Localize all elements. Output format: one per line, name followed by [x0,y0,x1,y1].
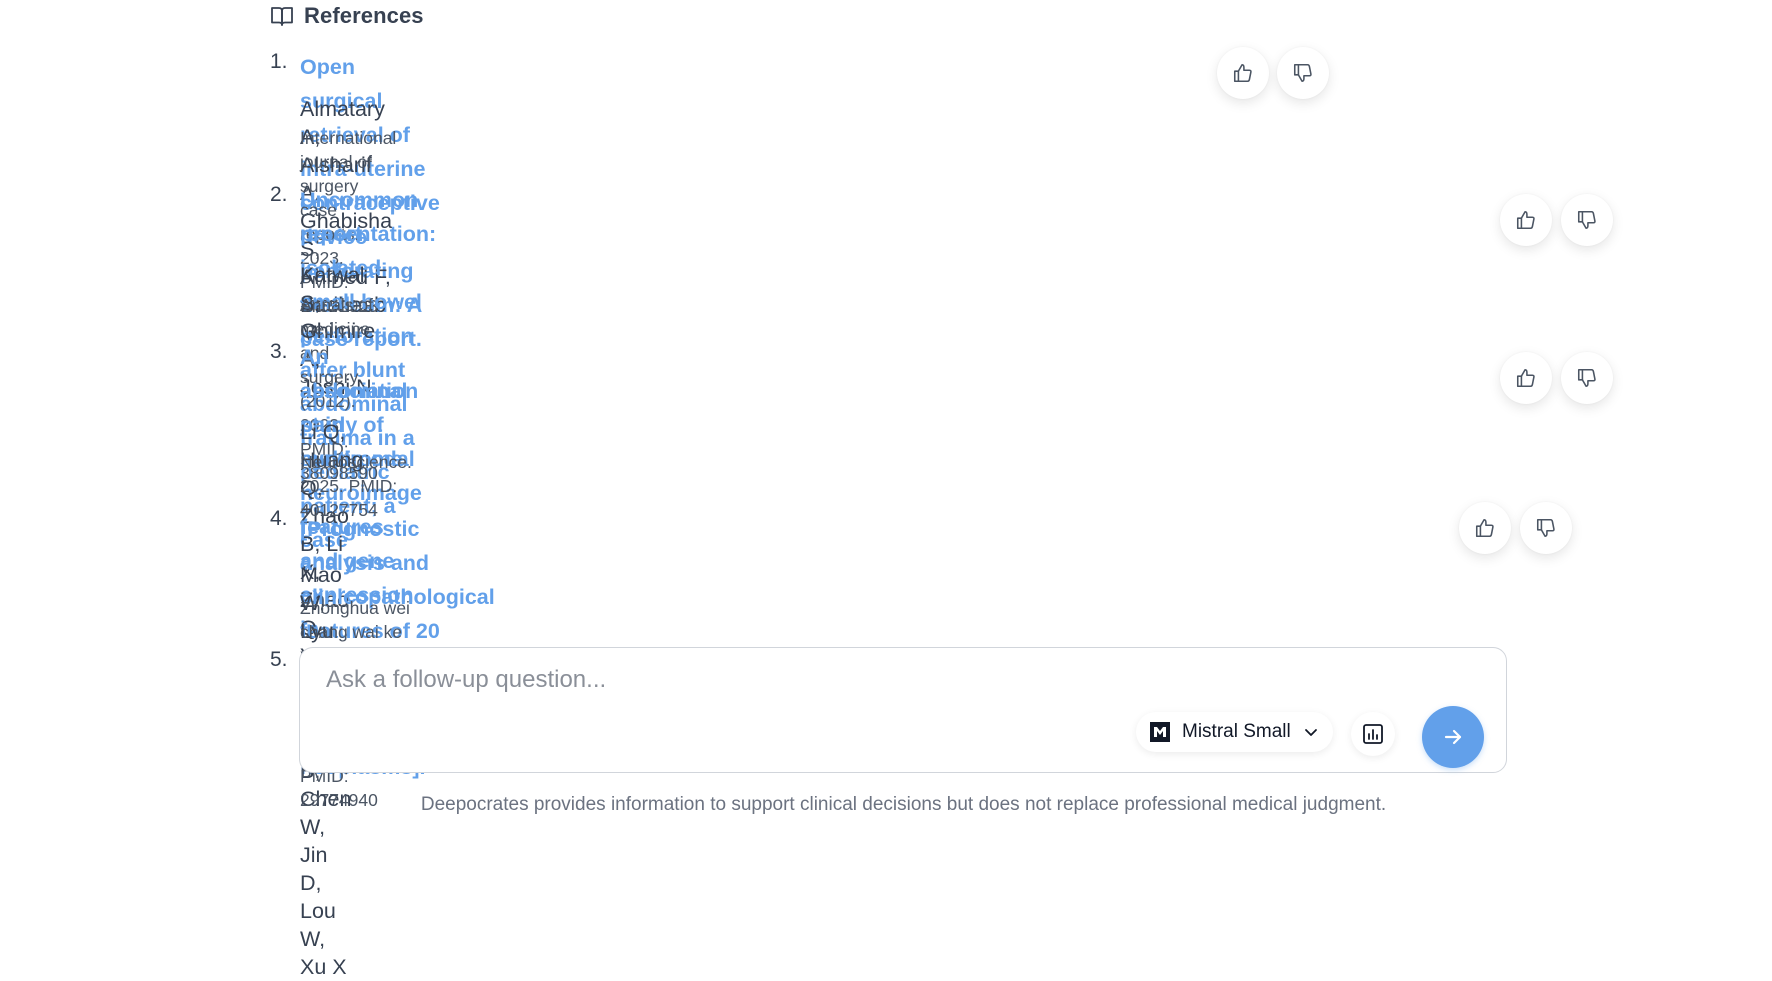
thumbs-up-icon [1516,210,1535,230]
thumbs-up-button[interactable] [1500,194,1552,246]
references-title: References [304,3,424,28]
thumbs-down-icon [1536,518,1555,538]
thumbs-up-button[interactable] [1217,47,1269,99]
thumbs-down-icon [1293,63,1312,83]
references-header: References [270,3,424,28]
book-icon [271,7,293,26]
thumbs-up-icon [1516,368,1535,388]
bar-chart-icon [1363,724,1383,744]
list-number-5: 5. [270,648,288,671]
send-button[interactable] [1422,706,1484,768]
chevron-down-icon [1304,729,1317,736]
mistral-logo-icon [1150,722,1170,742]
thumbs-down-icon [1577,210,1596,230]
arrow-right-icon [1444,729,1462,745]
thumbs-up-button[interactable] [1459,502,1511,554]
thumbs-down-button[interactable] [1561,194,1613,246]
thumbs-down-icon [1577,368,1596,388]
follow-up-composer: Mistral Small [299,647,1507,773]
reference-title-link-line2[interactable]: report. [300,217,368,251]
reference-number: 3. [270,340,288,363]
reference-number: 4. [270,507,288,530]
model-select[interactable]: Mistral Small [1136,712,1333,752]
follow-up-input[interactable] [324,662,1228,698]
thumbs-up-icon [1233,63,1252,83]
thumbs-down-button[interactable] [1561,352,1613,404]
reference-number: 2. [270,183,288,206]
thumbs-down-button[interactable] [1520,502,1572,554]
thumbs-down-button[interactable] [1277,47,1329,99]
reference-number: 1. [270,50,288,73]
thumbs-up-button[interactable] [1500,352,1552,404]
thumbs-up-icon [1475,518,1494,538]
stats-button[interactable] [1351,712,1395,756]
model-name: Mistral Small [1182,721,1291,742]
